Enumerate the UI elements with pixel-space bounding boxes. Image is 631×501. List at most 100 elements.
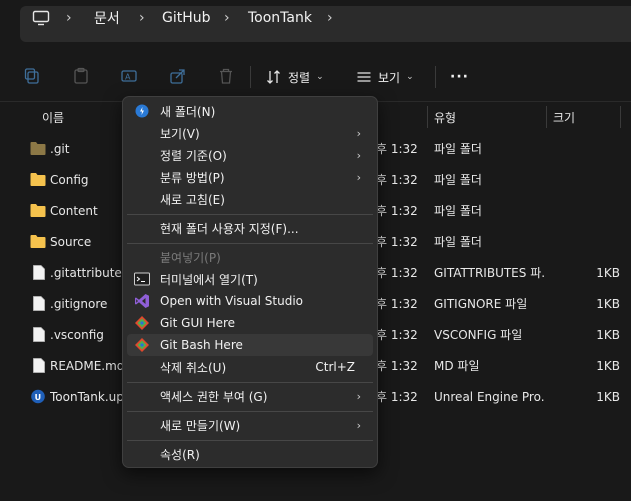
menu-item-group-by[interactable]: 분류 방법(P) › (127, 166, 373, 188)
copy-icon[interactable] (22, 66, 42, 86)
chevron-right-icon[interactable]: › (139, 0, 145, 36)
menu-item-undo-delete[interactable]: 삭제 취소(U) Ctrl+Z (127, 356, 373, 378)
chevron-down-icon: ⌄ (406, 72, 414, 82)
new-folder-icon (134, 103, 150, 119)
column-divider[interactable] (620, 106, 621, 128)
column-header-type[interactable]: 유형 (428, 106, 456, 128)
folder-icon (30, 204, 46, 217)
menu-separator (127, 243, 373, 244)
file-size: 1KB (596, 265, 620, 280)
column-header-size[interactable]: 크기 (547, 106, 575, 128)
document-icon (33, 265, 45, 280)
file-name: Config (50, 172, 89, 187)
file-name: .git (50, 141, 70, 156)
delete-icon[interactable] (216, 66, 236, 86)
chevron-right-icon[interactable]: › (66, 0, 72, 36)
breadcrumb-toontank[interactable]: ToonTank (248, 0, 312, 36)
file-type: VSCONFIG 파일 (434, 328, 523, 342)
column-header-name[interactable]: 이름 (36, 106, 64, 128)
file-date: 후 1:32 (376, 266, 418, 280)
file-date: 후 1:32 (376, 235, 418, 249)
file-date: 후 1:32 (376, 142, 418, 156)
menu-item-paste: 붙여넣기(P) (160, 250, 221, 265)
folder-icon (30, 173, 46, 186)
sort-button[interactable]: 정렬 ⌄ (266, 64, 324, 90)
file-name: Source (50, 234, 92, 249)
toolbar-divider (250, 66, 251, 88)
chevron-right-icon: › (356, 389, 361, 403)
paste-icon[interactable] (71, 66, 91, 86)
terminal-icon (134, 271, 150, 287)
file-date: 후 1:32 (376, 173, 418, 187)
file-date: 후 1:32 (376, 328, 418, 342)
folder-icon (30, 235, 46, 248)
svg-text:U: U (35, 393, 42, 402)
file-name: README.md (50, 358, 122, 373)
chevron-right-icon: › (356, 126, 361, 140)
file-size (550, 226, 620, 257)
menu-item-give-access[interactable]: 액세스 권한 부여 (G) › (127, 385, 373, 407)
file-name: ToonTank.upr (50, 389, 122, 404)
view-icon (357, 72, 371, 82)
file-date: 후 1:32 (376, 297, 418, 311)
menu-separator (127, 382, 373, 383)
share-icon[interactable] (168, 66, 188, 86)
menu-item-new-folder[interactable]: 새 폴더(N) (127, 100, 373, 122)
file-type: 파일 폴더 (434, 235, 482, 249)
rename-icon[interactable]: A (119, 66, 139, 86)
file-size: 1KB (596, 296, 620, 311)
file-type: Unreal Engine Pro... (434, 389, 544, 404)
git-gui-icon (134, 315, 150, 331)
chevron-right-icon: › (356, 418, 361, 432)
file-date: 후 1:32 (376, 204, 418, 218)
svg-text:A: A (125, 73, 131, 82)
breadcrumb-github[interactable]: GitHub (162, 0, 211, 36)
git-bash-icon (134, 337, 150, 353)
file-name: Content (50, 203, 98, 218)
visual-studio-icon (134, 293, 150, 309)
file-size: 1KB (596, 389, 620, 404)
document-icon (33, 358, 45, 373)
sort-label: 정렬 (288, 70, 311, 85)
file-size (550, 164, 620, 195)
file-size (550, 195, 620, 226)
document-icon (33, 327, 45, 342)
more-options-button[interactable]: ··· (450, 64, 469, 90)
chevron-right-icon[interactable]: › (327, 0, 333, 36)
menu-item-git-bash[interactable]: Git Bash Here (127, 334, 373, 356)
file-type: GITATTRIBUTES 파... (434, 266, 544, 280)
menu-item-customize-folder[interactable]: 현재 폴더 사용자 지정(F)... (127, 217, 373, 239)
menu-item-view[interactable]: 보기(V) › (127, 122, 373, 144)
menu-item-refresh[interactable]: 새로 고침(E) (127, 188, 373, 210)
file-size: 1KB (596, 327, 620, 342)
chevron-right-icon: › (356, 148, 361, 162)
document-icon (33, 296, 45, 311)
menu-item-open-visual-studio[interactable]: Open with Visual Studio (127, 290, 373, 312)
menu-item-open-terminal[interactable]: 터미널에서 열기(T) (127, 268, 373, 290)
context-menu: 새 폴더(N) 보기(V) › 정렬 기준(O) › 분류 방법(P) › 새로… (122, 96, 378, 468)
file-type: 파일 폴더 (434, 204, 482, 218)
menu-item-git-gui[interactable]: Git GUI Here (127, 312, 373, 334)
file-type: 파일 폴더 (434, 173, 482, 187)
chevron-right-icon[interactable]: › (224, 0, 230, 36)
menu-item-new[interactable]: 새로 만들기(W) › (127, 414, 373, 436)
file-type: MD 파일 (434, 359, 480, 373)
file-date: 후 1:32 (376, 359, 418, 373)
breadcrumb-documents[interactable]: 문서 (94, 0, 120, 36)
file-date: 후 1:32 (376, 390, 418, 404)
view-button[interactable]: 보기 ⌄ (356, 64, 414, 90)
file-type: GITIGNORE 파일 (434, 297, 528, 311)
sort-icon (267, 70, 280, 84)
view-label: 보기 (378, 70, 401, 85)
file-name: .gitattributes (50, 265, 122, 280)
computer-icon[interactable] (32, 0, 50, 36)
menu-separator (127, 411, 373, 412)
menu-item-sort-by[interactable]: 정렬 기준(O) › (127, 144, 373, 166)
file-name: .vsconfig (50, 327, 104, 342)
folder-icon (30, 142, 46, 155)
menu-item-properties[interactable]: 속성(R) (127, 443, 373, 465)
file-size (550, 133, 620, 164)
menu-separator (127, 214, 373, 215)
file-size: 1KB (596, 358, 620, 373)
undo-shortcut: Ctrl+Z (315, 360, 355, 374)
